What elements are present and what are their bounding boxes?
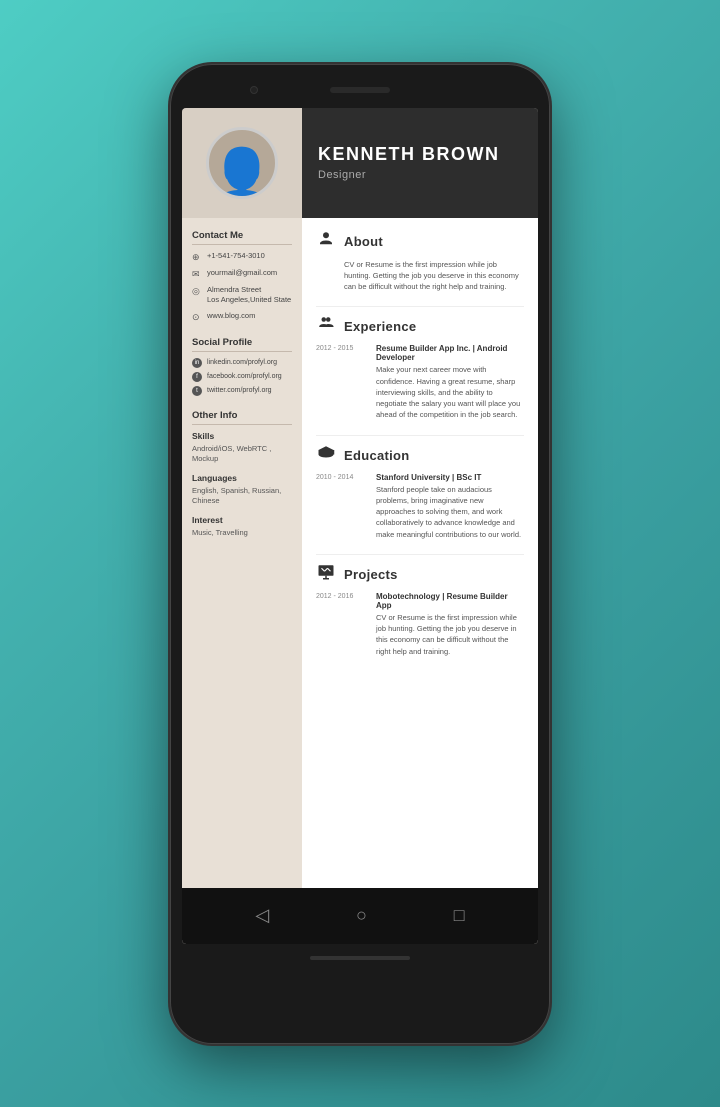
education-icon <box>316 444 336 467</box>
experience-title: Experience <box>344 319 416 334</box>
twitter-item: t twitter.com/profyl.org <box>192 386 292 396</box>
experience-body: Resume Builder App Inc. | Android Develo… <box>376 344 524 420</box>
sidebar: Contact Me ⊕ +1-541-754-3010 ✉ yourmail@… <box>182 218 302 888</box>
facebook-icon: f <box>192 372 202 382</box>
avatar-section: 👤 <box>182 108 302 218</box>
social-section-title: Social Profile <box>192 337 292 352</box>
email-text: yourmail@gmail.com <box>207 268 277 279</box>
twitter-text: twitter.com/profyl.org <box>207 387 272 394</box>
linkedin-text: linkedin.com/profyl.org <box>207 359 277 366</box>
divider-1 <box>316 306 524 307</box>
phone-frame: 👤 KENNETH BROWN Designer Contact Me ⊕ +1… <box>170 64 550 1044</box>
phone-top-bar <box>182 76 538 104</box>
header-info: KENNETH BROWN Designer <box>302 128 538 197</box>
home-indicator <box>310 956 410 960</box>
education-title: Education <box>344 448 410 463</box>
interest-label: Interest <box>192 515 292 525</box>
about-text: CV or Resume is the first impression whi… <box>344 259 524 293</box>
education-text: Stanford people take on audacious proble… <box>376 484 524 540</box>
divider-2 <box>316 435 524 436</box>
social-section: Social Profile in linkedin.com/profyl.or… <box>192 337 292 396</box>
other-info-title: Other Info <box>192 410 292 425</box>
education-entry-title: Stanford University | BSc IT <box>376 473 524 482</box>
projects-header: Projects <box>316 563 524 586</box>
projects-date: 2012 - 2016 <box>316 592 368 657</box>
experience-entry-title: Resume Builder App Inc. | Android Develo… <box>376 344 524 362</box>
about-title: About <box>344 234 383 249</box>
phone-icon: ⊕ <box>192 252 202 263</box>
facebook-item: f facebook.com/profyl.org <box>192 372 292 382</box>
resume-body: Contact Me ⊕ +1-541-754-3010 ✉ yourmail@… <box>182 218 538 888</box>
avatar-icon: 👤 <box>210 150 275 199</box>
contact-email: ✉ yourmail@gmail.com <box>192 268 292 280</box>
phone-bottom <box>182 944 538 972</box>
navigation-bar: ◁ ○ □ <box>182 888 538 944</box>
other-info-section: Other Info Skills Android/iOS, WebRTC , … <box>192 410 292 539</box>
front-camera <box>250 86 258 94</box>
phone-text: +1-541-754-3010 <box>207 251 265 262</box>
experience-entry: 2012 - 2015 Resume Builder App Inc. | An… <box>316 344 524 420</box>
contact-address: ◎ Almendra Street Los Angeles,United Sta… <box>192 285 292 306</box>
languages-label: Languages <box>192 473 292 483</box>
twitter-icon: t <box>192 386 202 396</box>
back-button[interactable]: ◁ <box>255 905 269 926</box>
about-header: About <box>316 230 524 253</box>
contact-section-title: Contact Me <box>192 230 292 245</box>
contact-phone: ⊕ +1-541-754-3010 <box>192 251 292 263</box>
skills-value: Android/iOS, WebRTC , Mockup <box>192 444 292 465</box>
recent-button[interactable]: □ <box>454 905 465 926</box>
interest-value: Music, Travelling <box>192 528 292 539</box>
avatar: 👤 <box>206 127 278 199</box>
email-icon: ✉ <box>192 269 202 280</box>
person-title: Designer <box>318 169 522 181</box>
education-date: 2010 - 2014 <box>316 473 368 540</box>
education-section: Education 2010 - 2014 Stanford Universit… <box>316 444 524 540</box>
projects-icon <box>316 563 336 586</box>
experience-text: Make your next career move with confiden… <box>376 364 524 420</box>
web-icon: ⊙ <box>192 312 202 323</box>
resume-header: 👤 KENNETH BROWN Designer <box>182 108 538 218</box>
person-name: KENNETH BROWN <box>318 144 522 165</box>
about-section: About CV or Resume is the first impressi… <box>316 230 524 293</box>
education-entry: 2010 - 2014 Stanford University | BSc IT… <box>316 473 524 540</box>
home-button[interactable]: ○ <box>356 905 367 926</box>
phone-screen: 👤 KENNETH BROWN Designer Contact Me ⊕ +1… <box>182 108 538 944</box>
address-text: Almendra Street Los Angeles,United State <box>207 285 291 306</box>
projects-text: CV or Resume is the first impression whi… <box>376 612 524 657</box>
about-icon <box>316 230 336 253</box>
contact-section: Contact Me ⊕ +1-541-754-3010 ✉ yourmail@… <box>192 230 292 323</box>
projects-section: Projects 2012 - 2016 Mobotechnology | Re… <box>316 563 524 657</box>
location-icon: ◎ <box>192 286 202 297</box>
experience-date: 2012 - 2015 <box>316 344 368 420</box>
divider-3 <box>316 554 524 555</box>
main-content: About CV or Resume is the first impressi… <box>302 218 538 888</box>
contact-website: ⊙ www.blog.com <box>192 311 292 323</box>
education-header: Education <box>316 444 524 467</box>
website-text: www.blog.com <box>207 311 255 322</box>
experience-icon <box>316 315 336 338</box>
speaker-grille <box>330 87 390 93</box>
education-body: Stanford University | BSc IT Stanford pe… <box>376 473 524 540</box>
projects-body: Mobotechnology | Resume Builder App CV o… <box>376 592 524 657</box>
facebook-text: facebook.com/profyl.org <box>207 373 282 380</box>
experience-header: Experience <box>316 315 524 338</box>
projects-entry: 2012 - 2016 Mobotechnology | Resume Buil… <box>316 592 524 657</box>
linkedin-icon: in <box>192 358 202 368</box>
projects-entry-title: Mobotechnology | Resume Builder App <box>376 592 524 610</box>
skills-label: Skills <box>192 431 292 441</box>
languages-value: English, Spanish, Russian, Chinese <box>192 486 292 507</box>
linkedin-item: in linkedin.com/profyl.org <box>192 358 292 368</box>
projects-title: Projects <box>344 567 398 582</box>
experience-section: Experience 2012 - 2015 Resume Builder Ap… <box>316 315 524 420</box>
